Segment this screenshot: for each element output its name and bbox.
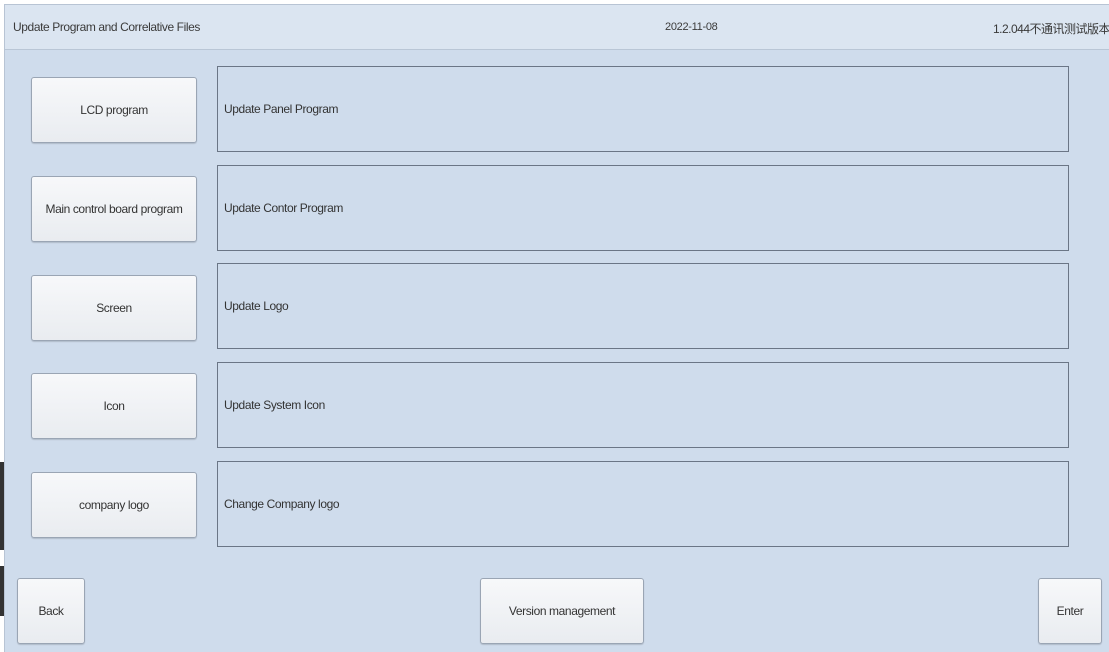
date-display: 2022-11-08 (665, 21, 718, 33)
screen-button[interactable]: Screen (31, 275, 197, 341)
company-logo-description: Change Company logo (217, 461, 1069, 547)
main-control-board-program-button[interactable]: Main control board program (31, 176, 197, 242)
company-logo-button[interactable]: company logo (31, 472, 197, 538)
back-button[interactable]: Back (17, 578, 85, 644)
icon-button[interactable]: Icon (31, 373, 197, 439)
lcd-program-description: Update Panel Program (217, 66, 1069, 152)
icon-description: Update System Icon (217, 362, 1069, 448)
page-title: Update Program and Correlative Files (13, 20, 201, 34)
enter-button[interactable]: Enter (1038, 578, 1102, 644)
version-management-button[interactable]: Version management (480, 578, 644, 644)
header-bar: Update Program and Correlative Files 202… (5, 5, 1109, 50)
update-program-screen: Update Program and Correlative Files 202… (4, 4, 1109, 652)
main-control-board-program-description: Update Contor Program (217, 165, 1069, 251)
lcd-program-button[interactable]: LCD program (31, 77, 197, 143)
version-label: 1.2.044不通讯测试版本 (992, 22, 1109, 36)
screen-description: Update Logo (217, 263, 1069, 349)
